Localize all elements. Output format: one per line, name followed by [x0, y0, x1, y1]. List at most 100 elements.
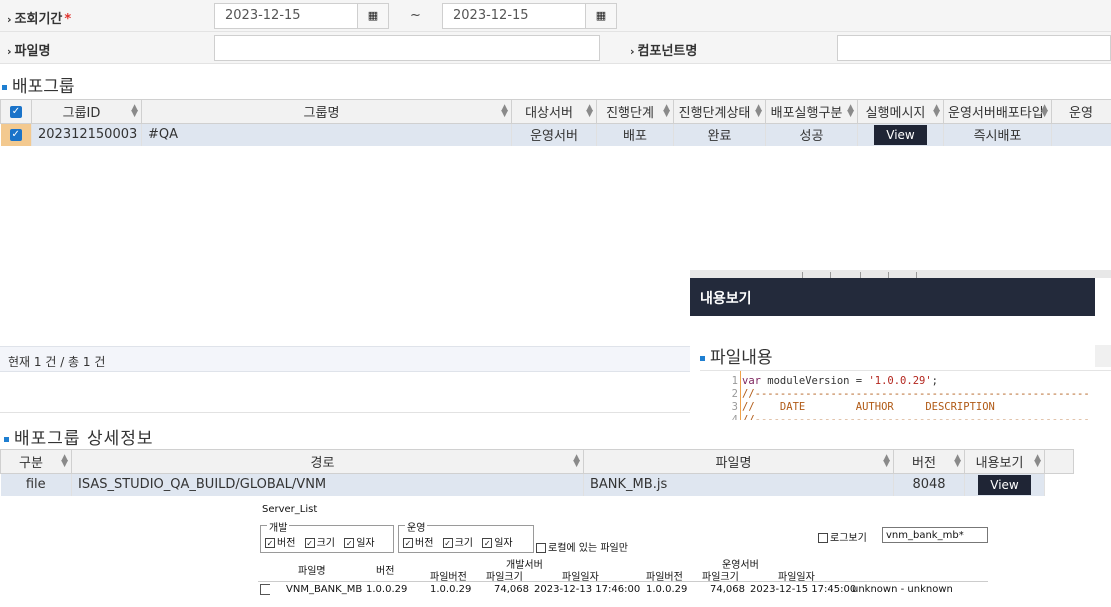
col-version[interactable]: 버전 ▲ ▼ [893, 449, 965, 474]
col-exec-type[interactable]: 배포실행구분 ▲ ▼ [765, 99, 858, 124]
code-line: var moduleVersion = '1.0.0.29'; [742, 375, 938, 387]
table-row[interactable]: file ISAS_STUDIO_QA_BUILD/GLOBAL/VNM BAN… [0, 473, 1074, 496]
line-number: 2 [731, 388, 738, 400]
sort-icon[interactable]: ▲ ▼ [586, 104, 593, 119]
period-label: › 조회기간 * [7, 12, 72, 27]
bullet-square-icon [700, 355, 705, 361]
record-count-status: 현재 1 건 / 총 1 건 [0, 346, 690, 372]
select-all-header[interactable]: ✓ [0, 99, 32, 124]
file-content-title: 파일내용 [700, 343, 773, 368]
cell-group-id: 202312150003 [31, 123, 142, 146]
server-list-panel: Server_List 개발 ✓ 버전 ✓ 크기 ✓ 일자 운영 ✓ 버전 ✓ 크기 ✓ 일… [258, 504, 988, 604]
sort-icon[interactable]: ▲ ▼ [131, 104, 138, 119]
cell-stage-status: 완료 [673, 123, 766, 146]
checkbox-checked-icon[interactable]: ✓ [403, 538, 413, 548]
component-name-input[interactable] [837, 35, 1111, 61]
col-version: 버전 [376, 566, 395, 577]
popup-title: 내용보기 [690, 278, 1095, 316]
checkbox-checked-icon[interactable]: ✓ [304, 538, 315, 548]
col-path[interactable]: 경로 ▲ ▼ [71, 449, 584, 474]
row-dev-version: 1.0.0.29 [430, 584, 472, 595]
detail-title: 배포그룹 상세정보 [4, 424, 154, 449]
log-view-option[interactable]: 로그보기 [818, 529, 867, 544]
col-stage[interactable]: 진행단계 ▲ ▼ [596, 99, 674, 124]
col-exec-message[interactable]: 실행메시지 ▲ ▼ [857, 99, 944, 124]
checkbox-checked-icon[interactable]: ✓ [482, 538, 493, 548]
sort-icon[interactable]: ▲ ▼ [1041, 104, 1048, 119]
ops-group: 운영 ✓ 버전 ✓ 크기 ✓ 일자 [398, 519, 534, 553]
required-mark: * [64, 12, 72, 27]
checkbox-checked-icon[interactable]: ✓ [265, 538, 275, 548]
popup-title-bar-right [1095, 345, 1111, 367]
dev-group: 개발 ✓ 버전 ✓ 크기 ✓ 일자 [260, 519, 394, 553]
cell-view: View [964, 473, 1045, 496]
sort-icon[interactable]: ▲ ▼ [847, 104, 854, 119]
sort-icon[interactable]: ▲ ▼ [883, 454, 890, 469]
checkbox-unchecked-icon[interactable] [536, 543, 546, 553]
col-type[interactable]: 구분 ▲ ▼ [0, 449, 72, 474]
checkbox-checked-icon[interactable]: ✓ [9, 128, 22, 141]
row-dev-size: 74,068 [494, 584, 529, 595]
dev-checks: ✓ 버전 ✓ 크기 ✓ 일자 [265, 538, 375, 549]
calendar-icon[interactable]: ▦ [357, 3, 389, 29]
table-row[interactable]: ✓ 202312150003 #QA 운영서버 배포 완료 성공 View 즉시… [0, 123, 1111, 146]
checkbox-checked-icon[interactable]: ✓ [344, 538, 355, 548]
ops-checks: ✓ 버전 ✓ 크기 ✓ 일자 [403, 538, 513, 549]
local-only-option[interactable]: 로컬에 있는 파일만 [536, 539, 628, 554]
sort-icon[interactable]: ▲ ▼ [755, 104, 762, 119]
col-group-id[interactable]: 그룹ID ▲ ▼ [31, 99, 142, 124]
sort-icon[interactable]: ▲ ▼ [1034, 454, 1041, 469]
sort-icon[interactable]: ▲ ▼ [61, 454, 68, 469]
cell-path: ISAS_STUDIO_QA_BUILD/GLOBAL/VNM [71, 473, 584, 496]
row-filename: VNM_BANK_MB [286, 584, 363, 595]
log-filter-input[interactable]: vnm_bank_mb* [882, 527, 988, 543]
sort-icon[interactable]: ▲ ▼ [933, 104, 940, 119]
cell-exec-type: 성공 [765, 123, 858, 146]
code-line: //--------------------------------------… [742, 414, 1090, 420]
file-name-input[interactable] [214, 35, 600, 61]
col-target-server[interactable]: 대상서버 ▲ ▼ [511, 99, 597, 124]
col-filename[interactable]: 파일명 ▲ ▼ [583, 449, 894, 474]
cell-version: 8048 [893, 473, 965, 496]
cell-type: file [0, 473, 72, 496]
list-item[interactable]: VNM_BANK_MB 1.0.0.29 1.0.0.29 74,068 202… [258, 581, 988, 597]
col-group-name[interactable]: 그룹명 ▲ ▼ [141, 99, 512, 124]
dev-group-label: 개발 [267, 519, 290, 534]
sort-icon[interactable]: ▲ ▼ [501, 104, 508, 119]
file-label: › 파일명 [7, 44, 51, 59]
col-deploy-type[interactable]: 운영서버배포타입 ▲ ▼ [943, 99, 1052, 124]
deploy-group-grid: ✓ 그룹ID ▲ ▼ 그룹명 ▲ ▼ 대상서버 ▲ ▼ 진행단계 ▲ ▼ 진행단계상태 ▲ ▼ 배포… [0, 99, 1111, 146]
row-version: 1.0.0.29 [366, 584, 408, 595]
col-stage-status[interactable]: 진행단계상태 ▲ ▼ [673, 99, 766, 124]
checkbox-checked-icon[interactable]: ✓ [10, 105, 22, 118]
chevron-right-icon: › [7, 13, 12, 26]
calendar-icon[interactable]: ▦ [585, 3, 617, 29]
col-ops[interactable]: 운영 [1051, 99, 1111, 124]
sort-icon[interactable]: ▲ ▼ [954, 454, 961, 469]
code-line: //--------------------------------------… [742, 388, 1090, 400]
date-to-input[interactable]: 2023-12-15 [442, 3, 586, 29]
cell-deploy-type: 즉시배포 [943, 123, 1052, 146]
checkbox-unchecked-icon[interactable] [818, 533, 828, 543]
sort-icon[interactable]: ▲ ▼ [663, 104, 670, 119]
row-checkbox[interactable] [260, 584, 270, 595]
date-range-separator: ~ [410, 8, 421, 23]
row-ops-version: 1.0.0.29 [646, 584, 688, 595]
code-viewer: 1 var moduleVersion = '1.0.0.29'; 2 //--… [700, 370, 1111, 420]
col-filename: 파일명 [298, 566, 326, 577]
date-from-input[interactable]: 2023-12-15 [214, 3, 358, 29]
checkbox-checked-icon[interactable]: ✓ [442, 538, 453, 548]
row-checkbox-cell[interactable]: ✓ [0, 123, 32, 146]
search-row-period: › 조회기간 * 2023-12-15 ▦ ~ 2023-12-15 ▦ [0, 0, 1111, 32]
sort-icon[interactable]: ▲ ▼ [573, 454, 580, 469]
view-message-button[interactable]: View [874, 124, 927, 145]
view-content-button[interactable]: View [978, 474, 1031, 495]
line-number: 1 [731, 375, 738, 387]
cell-stage: 배포 [596, 123, 674, 146]
code-line: // DATE AUTHOR DESCRIPTION [742, 401, 995, 413]
col-view[interactable]: 내용보기 ▲ ▼ [964, 449, 1045, 474]
cell-filename: BANK_MB.js [583, 473, 894, 496]
popup-toolbar-strip [690, 270, 1111, 278]
cell-blank [1044, 473, 1074, 496]
row-ops-date: 2023-12-15 17:45:00 [750, 584, 857, 595]
